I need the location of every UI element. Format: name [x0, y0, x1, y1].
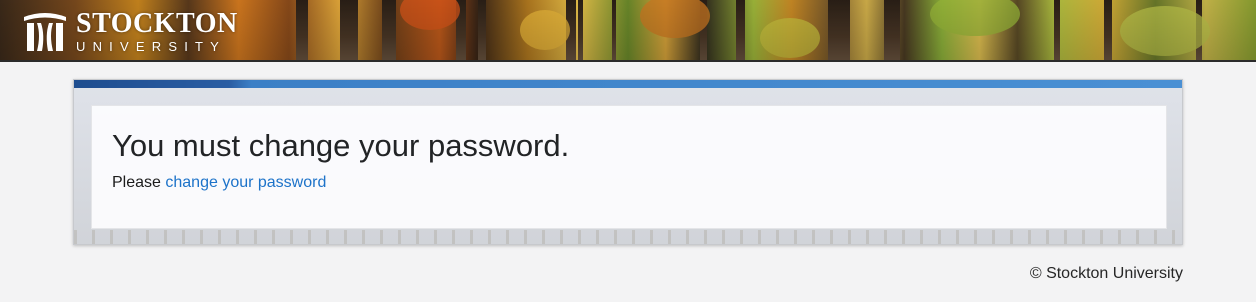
header-banner: STOCKTON UNIVERSITY	[0, 0, 1256, 62]
change-password-prompt: Please change your password	[112, 173, 1146, 193]
footer-copyright: © Stockton University	[1029, 265, 1183, 282]
logo-wordmark: STOCKTON UNIVERSITY	[76, 8, 238, 54]
message-panel: You must change your password. Please ch…	[73, 79, 1183, 245]
logo-name: STOCKTON	[76, 8, 238, 39]
panel-background-image	[74, 230, 1182, 244]
change-password-link[interactable]: change your password	[165, 174, 326, 191]
prompt-text: Please	[112, 174, 161, 191]
panel-accent-bar	[74, 80, 1182, 88]
stockton-tower-logo-icon	[24, 12, 66, 51]
message-card: You must change your password. Please ch…	[91, 105, 1167, 229]
logo-subtitle: UNIVERSITY	[76, 39, 227, 54]
page-title: You must change your password.	[112, 128, 570, 163]
stockton-logo[interactable]: STOCKTON UNIVERSITY	[22, 10, 238, 53]
